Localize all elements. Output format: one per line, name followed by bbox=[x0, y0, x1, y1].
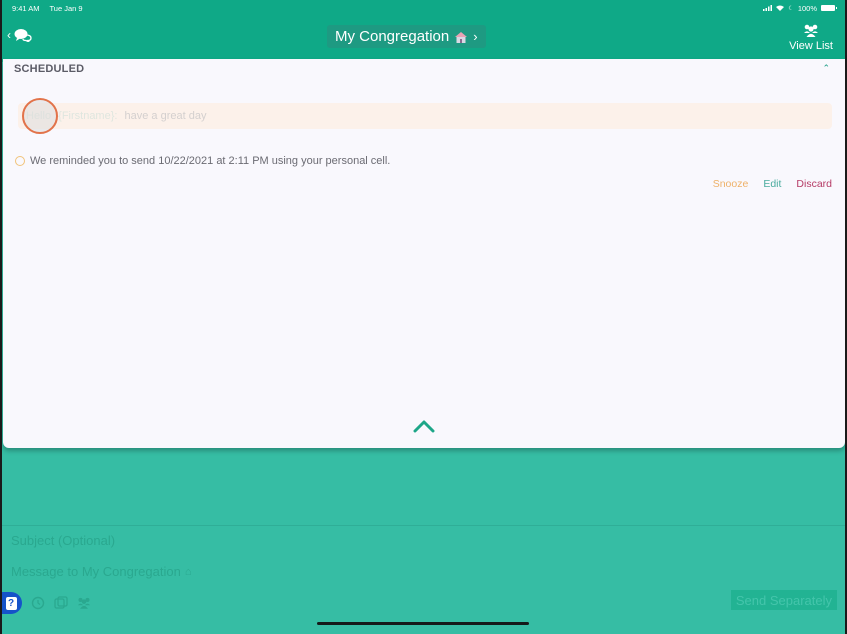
wifi-icon bbox=[776, 5, 785, 11]
chevron-right-icon: › bbox=[473, 29, 478, 44]
chat-bubbles-icon bbox=[14, 29, 32, 42]
house-icon bbox=[455, 31, 468, 43]
help-button[interactable]: ? bbox=[0, 592, 22, 614]
battery-icon bbox=[821, 5, 837, 11]
message-placeholder: Message to My Congregation bbox=[11, 564, 181, 579]
collapse-panel-chevron-up-icon[interactable] bbox=[412, 419, 436, 433]
group-icon[interactable] bbox=[77, 596, 91, 610]
edit-button[interactable]: Edit bbox=[763, 178, 781, 190]
status-bar: 9:41 AM Tue Jan 9 ☾ 100% bbox=[12, 2, 837, 14]
device-frame-left bbox=[0, 0, 2, 634]
view-list-label: View List bbox=[789, 40, 833, 52]
reminder-text: We reminded you to send 10/22/2021 at 2:… bbox=[30, 155, 391, 167]
scheduled-panel: SCHEDULED ⌃ Hello {Firstname}: have a gr… bbox=[3, 59, 845, 448]
moon-icon: ☾ bbox=[788, 5, 794, 12]
clock-icon[interactable] bbox=[31, 596, 45, 610]
status-time: 9:41 AM bbox=[12, 3, 40, 13]
chevron-left-icon: ‹ bbox=[7, 28, 11, 42]
back-button[interactable]: ‹ bbox=[7, 28, 32, 42]
snooze-button[interactable]: Snooze bbox=[713, 178, 749, 190]
house-icon: ⌂ bbox=[184, 565, 192, 578]
chevron-up-icon[interactable]: ⌃ bbox=[822, 63, 830, 74]
home-indicator[interactable] bbox=[317, 622, 529, 625]
compose-divider bbox=[2, 525, 845, 526]
help-icon: ? bbox=[5, 596, 17, 610]
message-input[interactable]: Message to My Congregation ⌂ bbox=[11, 564, 191, 579]
status-date: Tue Jan 9 bbox=[49, 3, 83, 13]
message-actions: Snooze Edit Discard bbox=[713, 178, 832, 190]
reminder-info: We reminded you to send 10/22/2021 at 2:… bbox=[15, 155, 390, 167]
section-title: SCHEDULED bbox=[14, 63, 85, 75]
scheduled-message[interactable]: Hello {Firstname}: have a great day bbox=[18, 103, 832, 129]
message-token-firstname: {Firstname}: bbox=[58, 110, 118, 122]
group-title-button[interactable]: My Congregation › bbox=[327, 25, 486, 48]
signal-icon bbox=[763, 5, 773, 11]
compose-toolbar: ? bbox=[0, 592, 91, 614]
media-icon[interactable] bbox=[54, 596, 68, 610]
message-body: have a great day bbox=[124, 110, 207, 122]
discard-button[interactable]: Discard bbox=[796, 178, 832, 190]
send-separately-button[interactable]: Send Separately bbox=[730, 590, 837, 610]
page-title: My Congregation bbox=[335, 28, 450, 45]
battery-percent: 100% bbox=[797, 3, 817, 13]
app-header: 9:41 AM Tue Jan 9 ☾ 100% ‹ My Congregati… bbox=[0, 0, 847, 62]
touch-indicator bbox=[22, 98, 58, 134]
clock-icon bbox=[15, 156, 25, 166]
subject-input[interactable]: Subject (Optional) bbox=[11, 533, 115, 548]
group-icon bbox=[804, 24, 819, 37]
view-list-button[interactable]: View List bbox=[789, 24, 833, 52]
